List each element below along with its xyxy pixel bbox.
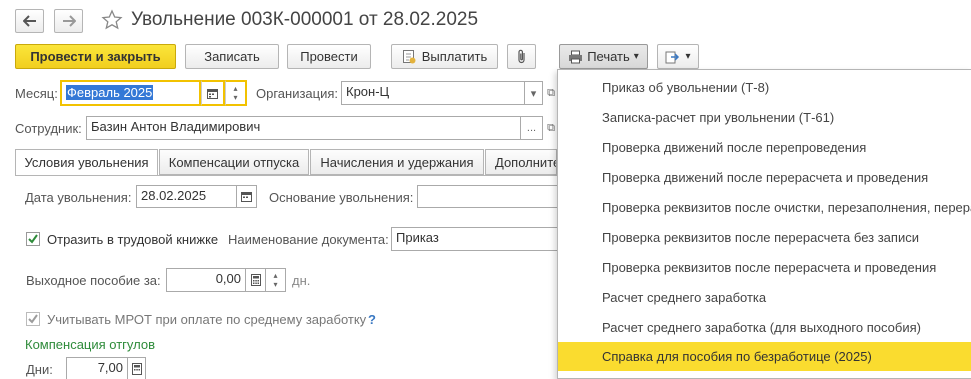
- export-icon: [665, 50, 680, 64]
- employee-value: Базин Антон Владимирович: [91, 119, 261, 134]
- employee-label: Сотрудник:: [15, 121, 82, 136]
- organization-value: Крон-Ц: [346, 84, 390, 99]
- print-menu-item[interactable]: Проверка реквизитов после перерасчета и …: [558, 253, 971, 282]
- save-label: Записать: [204, 49, 260, 64]
- print-menu-item[interactable]: Проверка движений после перерасчета и пр…: [558, 163, 971, 192]
- open-form-icon: ⧉: [547, 121, 555, 134]
- forward-button[interactable]: [54, 9, 83, 33]
- print-label: Печать: [587, 49, 630, 64]
- dismissal-date-label: Дата увольнения:: [25, 190, 132, 205]
- tab-accruals-deductions[interactable]: Начисления и удержания: [310, 149, 484, 175]
- severance-calculator-button[interactable]: [246, 268, 266, 292]
- dismissal-reason-label: Основание увольнения:: [269, 190, 414, 205]
- chevron-down-icon: ▾: [633, 51, 639, 62]
- calculator-icon: [250, 274, 261, 286]
- mrot-checkbox[interactable]: [26, 312, 40, 326]
- days-field[interactable]: 7,00: [66, 357, 128, 379]
- tab-label: Начисления и удержания: [320, 154, 474, 170]
- severance-value: 0,00: [215, 271, 241, 286]
- stepper-up-icon: ▴: [233, 84, 238, 93]
- attach-button[interactable]: [507, 44, 536, 69]
- document-name-field[interactable]: Приказ: [391, 227, 558, 251]
- paperclip-icon: [517, 49, 525, 64]
- save-button[interactable]: Записать: [185, 44, 279, 69]
- days-label: Дни:: [26, 362, 53, 377]
- document-icon: [402, 49, 416, 64]
- post-button[interactable]: Провести: [287, 44, 371, 69]
- tab-label: Дополнительно: [495, 154, 556, 170]
- post-label: Провести: [300, 49, 358, 64]
- month-label: Месяц:: [15, 86, 58, 101]
- days-calculator-button[interactable]: [128, 357, 146, 379]
- days-value: 7,00: [97, 360, 123, 375]
- print-menu-item-selected[interactable]: Справка для пособия по безработице (2025…: [558, 342, 971, 371]
- severance-label: Выходное пособие за:: [26, 273, 161, 288]
- stepper-down-icon: ▾: [273, 280, 278, 289]
- employee-field[interactable]: Базин Антон Владимирович: [86, 116, 521, 140]
- month-field[interactable]: Февраль 2025: [60, 80, 201, 106]
- checkmark-icon: [28, 314, 38, 324]
- month-value: Февраль 2025: [66, 85, 154, 100]
- dismissal-date-field[interactable]: 28.02.2025: [136, 185, 237, 208]
- print-menu-item[interactable]: Проверка реквизитов после перерасчета бе…: [558, 223, 971, 252]
- dismissal-date-calendar-button[interactable]: [237, 185, 257, 208]
- month-stepper[interactable]: ▴ ▾: [225, 80, 247, 106]
- severance-field[interactable]: 0,00: [166, 268, 246, 292]
- stepper-up-icon: ▴: [273, 271, 278, 280]
- help-icon[interactable]: ?: [368, 312, 376, 327]
- document-name-label: Наименование документа:: [228, 232, 389, 247]
- checkmark-icon: [28, 234, 38, 244]
- print-menu-item[interactable]: Записка-расчет при увольнении (Т-61): [558, 103, 971, 132]
- print-button[interactable]: Печать ▾: [559, 44, 648, 69]
- print-menu-item[interactable]: Расчет среднего заработка: [558, 283, 971, 312]
- arrow-left-icon: [22, 15, 36, 27]
- star-icon: [101, 9, 123, 30]
- calendar-icon: [207, 88, 218, 99]
- organization-dropdown-button[interactable]: ▾: [525, 81, 543, 105]
- severance-stepper[interactable]: ▴ ▾: [266, 268, 286, 292]
- dismissal-reason-field[interactable]: [417, 185, 558, 208]
- pay-button[interactable]: Выплатить: [391, 44, 498, 69]
- page-title: Увольнение 003К-000001 от 28.02.2025: [131, 9, 479, 30]
- tab-dismissal-conditions[interactable]: Условия увольнения: [15, 149, 158, 176]
- print-menu-item[interactable]: Приказ об увольнении (Т-8): [558, 73, 971, 102]
- document-name-value: Приказ: [396, 230, 439, 245]
- tab-additional[interactable]: Дополнительно: [485, 149, 557, 175]
- mrot-label[interactable]: Учитывать МРОТ при оплате по среднему за…: [47, 312, 366, 327]
- ellipsis-icon: ...: [526, 122, 537, 134]
- employee-select-button[interactable]: ...: [521, 116, 543, 140]
- print-menu: Приказ об увольнении (Т-8) Записка-расче…: [557, 69, 971, 379]
- tab-vacation-compensation[interactable]: Компенсации отпуска: [159, 149, 309, 175]
- print-menu-item[interactable]: Проверка реквизитов после очистки, перез…: [558, 193, 971, 222]
- post-and-close-button[interactable]: Провести и закрыть: [15, 44, 176, 69]
- chevron-down-icon: ▾: [530, 87, 537, 100]
- tab-label: Компенсации отпуска: [168, 154, 300, 170]
- printer-icon: [568, 50, 583, 64]
- stepper-down-icon: ▾: [233, 93, 238, 102]
- print-menu-item[interactable]: Проверка движений после перепроведения: [558, 133, 971, 162]
- print-menu-item[interactable]: Расчет среднего заработка (для выходного…: [558, 313, 971, 342]
- more-actions-button[interactable]: ▾: [657, 44, 699, 69]
- organization-label: Организация:: [256, 86, 339, 101]
- arrow-right-icon: [62, 15, 76, 27]
- post-and-close-label: Провести и закрыть: [30, 49, 161, 64]
- pay-label: Выплатить: [421, 49, 488, 64]
- month-calendar-button[interactable]: [201, 80, 225, 106]
- chevron-down-icon: ▾: [685, 51, 691, 62]
- calculator-icon: [131, 363, 142, 375]
- dismissal-date-value: 28.02.2025: [141, 188, 207, 203]
- organization-field[interactable]: Крон-Ц: [341, 81, 525, 105]
- severance-unit: дн.: [292, 273, 311, 288]
- workbook-label[interactable]: Отразить в трудовой книжке: [47, 232, 218, 247]
- favorite-star-icon[interactable]: [101, 9, 123, 31]
- back-button[interactable]: [15, 9, 44, 33]
- tab-label: Условия увольнения: [24, 155, 149, 170]
- tab-panel-border: [15, 175, 560, 176]
- workbook-checkbox[interactable]: [26, 232, 40, 246]
- open-form-icon: ⧉: [547, 86, 555, 99]
- vacation-comp-header: Компенсация отгулов: [25, 337, 155, 352]
- calendar-icon: [241, 192, 252, 202]
